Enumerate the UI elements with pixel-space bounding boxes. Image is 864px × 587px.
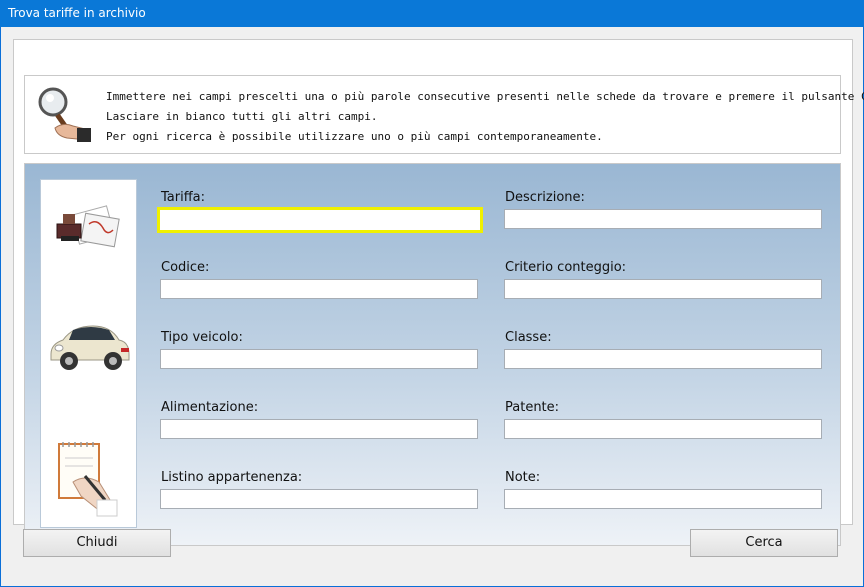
note-input[interactable] — [504, 489, 822, 509]
tariffa-input[interactable] — [157, 207, 483, 233]
instruction-line: Lasciare in bianco tutti gli altri campi… — [106, 110, 378, 123]
instruction-line: Per ogni ricerca è possibile utilizzare … — [106, 130, 603, 143]
close-button[interactable]: Chiudi — [23, 529, 171, 557]
classe-label: Classe: — [505, 330, 552, 345]
codice-label: Codice: — [161, 260, 210, 275]
window-title: Trova tariffe in archivio — [8, 6, 146, 20]
patente-input[interactable] — [504, 419, 822, 439]
descrizione-label: Descrizione: — [505, 190, 585, 205]
title-bar: Trova tariffe in archivio — [0, 0, 864, 27]
alimentazione-input[interactable] — [160, 419, 478, 439]
car-icon — [50, 325, 130, 370]
instructions-text: Immettere nei campi prescelti una o più … — [106, 87, 864, 147]
notepad-writing-icon — [58, 442, 118, 517]
tipo-veicolo-input[interactable] — [160, 349, 478, 369]
tariffa-label: Tariffa: — [161, 190, 206, 205]
instructions-box: Immettere nei campi prescelti una o più … — [24, 75, 864, 154]
stamp-documents-icon — [56, 205, 120, 248]
tipo-veicolo-label: Tipo veicolo: — [161, 330, 243, 345]
search-button[interactable]: Cerca — [690, 529, 838, 557]
search-form: Tariffa: Codice: Tipo veicolo: Alimentaz… — [24, 163, 841, 546]
criterio-conteggio-label: Criterio conteggio: — [505, 260, 627, 275]
descrizione-input[interactable] — [504, 209, 822, 229]
patente-label: Patente: — [505, 400, 560, 415]
illustration-strip — [40, 179, 137, 528]
dialog-body: Immettere nei campi prescelti una o più … — [1, 27, 864, 586]
instruction-line: Immettere nei campi prescelti una o più … — [106, 90, 864, 103]
magnifier-hand-icon — [38, 87, 91, 142]
classe-input[interactable] — [504, 349, 822, 369]
alimentazione-label: Alimentazione: — [161, 400, 259, 415]
listino-input[interactable] — [160, 489, 478, 509]
note-label: Note: — [505, 470, 541, 485]
codice-input[interactable] — [160, 279, 478, 299]
criterio-conteggio-input[interactable] — [504, 279, 822, 299]
listino-label: Listino appartenenza: — [161, 470, 303, 485]
